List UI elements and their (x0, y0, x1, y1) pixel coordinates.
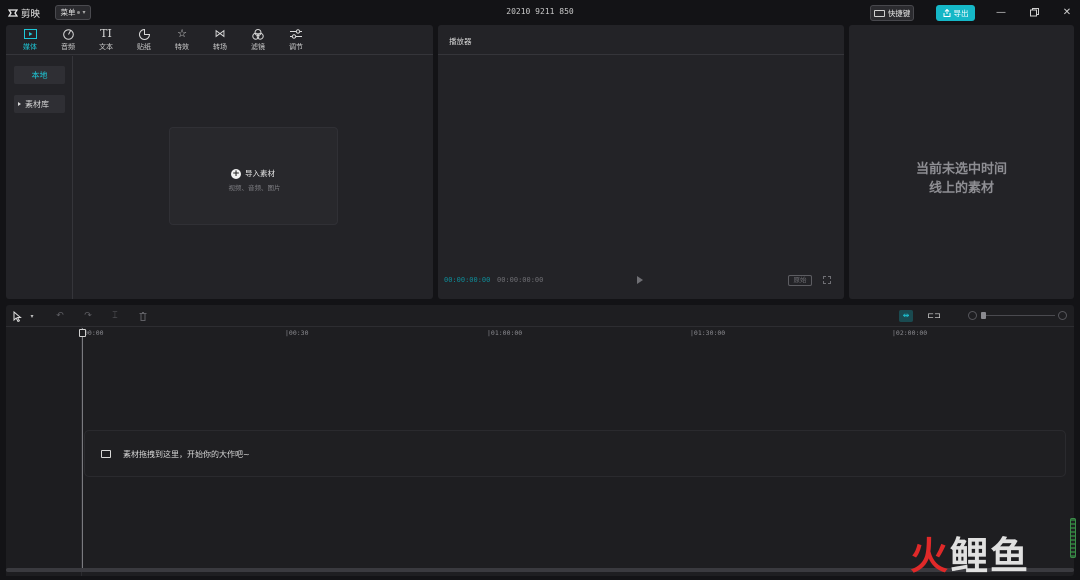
fullscreen-icon[interactable] (823, 276, 831, 284)
tab-text[interactable]: TI 文本 (87, 27, 125, 53)
title-bar: 剪映 菜单 ▾ 20210 9211 850 快捷键 导出 — ✕ (0, 0, 1080, 25)
tab-label: 媒体 (23, 43, 37, 51)
linkage-icon[interactable]: ⊏⊐ (927, 310, 941, 322)
media-panel: 媒体 音频 TI 文本 贴纸 ☆ 特效 ⋈ 转场 滤镜 调节 本地 素材库 + … (6, 25, 433, 299)
tab-audio[interactable]: 音频 (49, 27, 87, 53)
ruler-tick-label: |02:00:00 (892, 329, 928, 337)
auto-snap-icon[interactable]: ⇹ (899, 310, 913, 322)
keyboard-icon (873, 9, 885, 17)
media-tabbar: 媒体 音频 TI 文本 贴纸 ☆ 特效 ⋈ 转场 滤镜 调节 (6, 25, 433, 55)
watermark-white-text: 鲤鱼 (950, 534, 1031, 578)
import-title-text: 导入素材 (245, 169, 275, 178)
watermark-logo: 火鲤鱼 (910, 536, 1030, 576)
export-label: 导出 (953, 8, 969, 18)
detail-panel: 当前未选中时间 线上的素材 (849, 25, 1074, 299)
playhead-handle[interactable] (79, 329, 86, 337)
split-clip-icon[interactable]: ⌶ (109, 310, 121, 322)
sidebar-item-library[interactable]: 素材库 (14, 95, 65, 113)
zoom-in-icon[interactable] (1058, 311, 1067, 320)
text-icon: TI (100, 27, 112, 40)
watermark-red-text: 火 (910, 534, 951, 578)
player-panel: 播放器 00:00:00:00 00:00:00:00 原始 (438, 25, 844, 299)
caret-right-icon (18, 102, 21, 106)
track-header-column (6, 327, 82, 576)
tab-label: 调节 (289, 43, 303, 51)
ruler-tick-label: |01:30:00 (690, 329, 726, 337)
playhead[interactable] (82, 328, 83, 572)
play-icon[interactable] (637, 276, 643, 284)
player-header: 播放器 (438, 25, 844, 55)
film-icon (101, 450, 111, 458)
tab-sticker[interactable]: 贴纸 (125, 27, 163, 53)
shortcut-button[interactable]: 快捷键 (870, 5, 914, 21)
project-title: 20210 9211 850 (506, 7, 574, 16)
tab-transition[interactable]: ⋈ 转场 (201, 27, 239, 53)
shortcut-label: 快捷键 (887, 8, 911, 18)
media-sidebar: 本地 素材库 (6, 56, 73, 299)
tab-label: 贴纸 (137, 43, 151, 51)
timeline-drop-zone[interactable]: 素材拖拽到这里，开始你的大作吧~ (84, 430, 1066, 477)
empty-detail-line1: 当前未选中时间 (915, 162, 1007, 177)
audio-icon (61, 28, 75, 40)
sidebar-item-label: 本地 (31, 70, 48, 80)
empty-detail-line2: 线上的素材 (928, 181, 994, 196)
tab-label: 滤镜 (251, 43, 265, 51)
redo-icon[interactable]: ↷ (82, 310, 94, 322)
timeline-ruler[interactable]: 00:00 |00:30 |01:00:00 |01:30:00 |02:00:… (6, 327, 1074, 339)
audio-level-meter (1070, 518, 1076, 558)
select-tool-icon[interactable] (11, 310, 23, 322)
close-icon[interactable]: ✕ (1061, 6, 1073, 18)
sidebar-item-label: 素材库 (25, 99, 49, 109)
filter-icon (251, 28, 265, 40)
restore-icon[interactable] (1028, 6, 1040, 18)
timeline-toolbar: ▾ ↶ ↷ ⌶ ⇹ ⊏⊐ (6, 305, 1074, 327)
empty-detail-message: 当前未选中时间 线上的素材 (849, 160, 1074, 198)
ruler-tick-label: 00:00 (84, 329, 104, 337)
zoom-slider-handle[interactable] (981, 312, 986, 319)
tab-effects[interactable]: ☆ 特效 (163, 27, 201, 53)
import-title: + 导入素材 (231, 168, 275, 179)
sidebar-item-local[interactable]: 本地 (14, 66, 65, 84)
tab-media[interactable]: 媒体 (11, 27, 49, 53)
ruler-tick-label: |01:00:00 (487, 329, 523, 337)
ratio-button[interactable]: 原始 (788, 275, 812, 286)
chevron-down-icon[interactable]: ▾ (26, 310, 38, 322)
zoom-slider[interactable] (981, 315, 1055, 316)
import-subtitle: 视频、音频、图片 (228, 184, 281, 192)
ruler-tick-label: |00:30 (285, 329, 309, 337)
tab-label: 音频 (61, 43, 75, 51)
plus-icon: + (231, 168, 241, 179)
delete-icon[interactable] (137, 310, 149, 322)
zoom-out-icon[interactable] (968, 311, 977, 320)
tab-label: 转场 (213, 43, 227, 51)
total-timecode: 00:00:00:00 (497, 276, 544, 284)
minimize-icon[interactable]: — (995, 6, 1007, 18)
current-timecode: 00:00:00:00 (444, 276, 491, 284)
export-icon (943, 9, 950, 17)
effects-icon: ☆ (177, 27, 187, 40)
export-button[interactable]: 导出 (936, 5, 975, 21)
tab-label: 特效 (175, 43, 189, 51)
undo-icon[interactable]: ↶ (54, 310, 66, 322)
sticker-icon (137, 28, 151, 40)
transition-icon: ⋈ (214, 27, 226, 40)
drop-hint: 素材拖拽到这里，开始你的大作吧~ (123, 450, 250, 459)
player-title: 播放器 (449, 37, 472, 46)
import-media-button[interactable]: + 导入素材 视频、音频、图片 (169, 127, 338, 225)
adjust-icon (289, 28, 303, 40)
tab-adjust[interactable]: 调节 (277, 27, 315, 53)
media-icon (23, 28, 37, 40)
tab-filter[interactable]: 滤镜 (239, 27, 277, 53)
tab-label: 文本 (99, 43, 113, 51)
